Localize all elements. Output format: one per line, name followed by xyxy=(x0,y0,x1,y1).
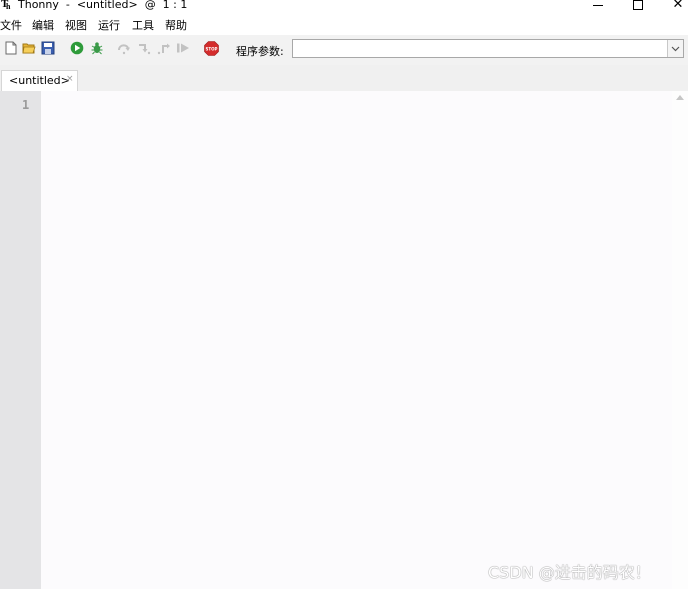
debug-bug-icon[interactable] xyxy=(90,41,104,55)
open-folder-icon[interactable] xyxy=(22,41,36,55)
watermark: CSDN @进击的码农！ xyxy=(488,563,651,582)
args-dropdown-button[interactable] xyxy=(667,40,683,57)
minimize-button[interactable] xyxy=(578,0,618,14)
tab-label: <untitled> xyxy=(9,74,70,87)
minimize-icon xyxy=(593,5,603,6)
step-over-icon[interactable] xyxy=(117,41,131,55)
step-out-icon[interactable] xyxy=(157,41,171,55)
menu-help[interactable]: 帮助 xyxy=(165,18,187,33)
scroll-up-arrow-icon[interactable] xyxy=(676,95,684,100)
maximize-icon xyxy=(633,0,643,10)
program-args-input[interactable] xyxy=(295,41,665,56)
editor-tab-strip: <untitled> × xyxy=(0,65,688,91)
resume-icon[interactable] xyxy=(176,41,190,55)
maximize-button[interactable] xyxy=(618,0,658,14)
new-file-icon[interactable] xyxy=(4,41,18,55)
close-button[interactable]: ✕ xyxy=(658,0,688,14)
close-icon: ✕ xyxy=(672,0,684,12)
menu-run[interactable]: 运行 xyxy=(98,18,120,33)
vertical-scrollbar[interactable] xyxy=(672,91,688,589)
program-args-label: 程序参数: xyxy=(236,45,284,58)
save-icon[interactable] xyxy=(41,41,55,55)
title-bar: Th Thonny - <untitled> @ 1 : 1 ✕ xyxy=(0,0,688,16)
stop-sign-icon[interactable]: STOP xyxy=(204,41,219,56)
program-args-combobox[interactable] xyxy=(292,39,684,58)
menu-edit[interactable]: 编辑 xyxy=(32,18,54,33)
menu-tools[interactable]: 工具 xyxy=(132,18,154,33)
toolbar: STOP 程序参数: xyxy=(0,35,688,65)
chevron-down-icon xyxy=(671,46,680,52)
thonny-logo-icon: Th xyxy=(1,0,11,11)
stop-sign-text: STOP xyxy=(206,46,218,51)
tab-close-icon[interactable]: × xyxy=(66,74,74,84)
menu-bar: 文件 编辑 视图 运行 工具 帮助 xyxy=(0,16,688,35)
code-text-area[interactable] xyxy=(41,91,672,589)
line-number: 1 xyxy=(22,98,30,112)
code-editor: 1 CSDN @进击的码农！ xyxy=(0,91,688,589)
run-play-icon[interactable] xyxy=(70,41,84,55)
menu-view[interactable]: 视图 xyxy=(65,18,87,33)
menu-file[interactable]: 文件 xyxy=(0,18,22,33)
tab-untitled[interactable]: <untitled> × xyxy=(1,70,78,91)
line-number-gutter: 1 xyxy=(0,91,41,589)
step-into-icon[interactable] xyxy=(137,41,151,55)
window-title: Thonny - <untitled> @ 1 : 1 xyxy=(18,0,188,11)
